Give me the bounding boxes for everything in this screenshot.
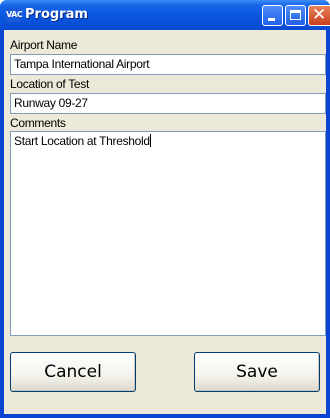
airport-name-field[interactable]: Tampa International Airport: [10, 54, 326, 75]
location-of-test-field[interactable]: Runway 09-27: [10, 93, 326, 114]
app-icon: VAC: [6, 8, 23, 22]
comments-text: Start Location at Threshold: [14, 134, 150, 148]
close-icon: ✕: [312, 5, 327, 25]
program-window: VAC Program ✕ Airport Name Tampa Interna…: [0, 0, 330, 418]
comments-textarea[interactable]: Start Location at Threshold: [10, 131, 326, 336]
save-button[interactable]: Save: [194, 352, 320, 392]
comments-label: Comments: [10, 116, 66, 130]
form-panel: Airport Name Tampa International Airport…: [4, 30, 326, 414]
window-title: Program: [25, 7, 88, 22]
text-caret: [149, 134, 151, 147]
close-button[interactable]: ✕: [308, 5, 330, 26]
location-of-test-label: Location of Test: [10, 77, 90, 91]
maximize-button[interactable]: [285, 5, 306, 26]
maximize-icon: [290, 10, 301, 20]
minimize-icon: [268, 18, 275, 21]
minimize-button[interactable]: [262, 5, 283, 26]
airport-name-label: Airport Name: [10, 38, 78, 52]
title-bar[interactable]: VAC Program ✕: [0, 0, 330, 30]
cancel-button[interactable]: Cancel: [10, 352, 136, 392]
